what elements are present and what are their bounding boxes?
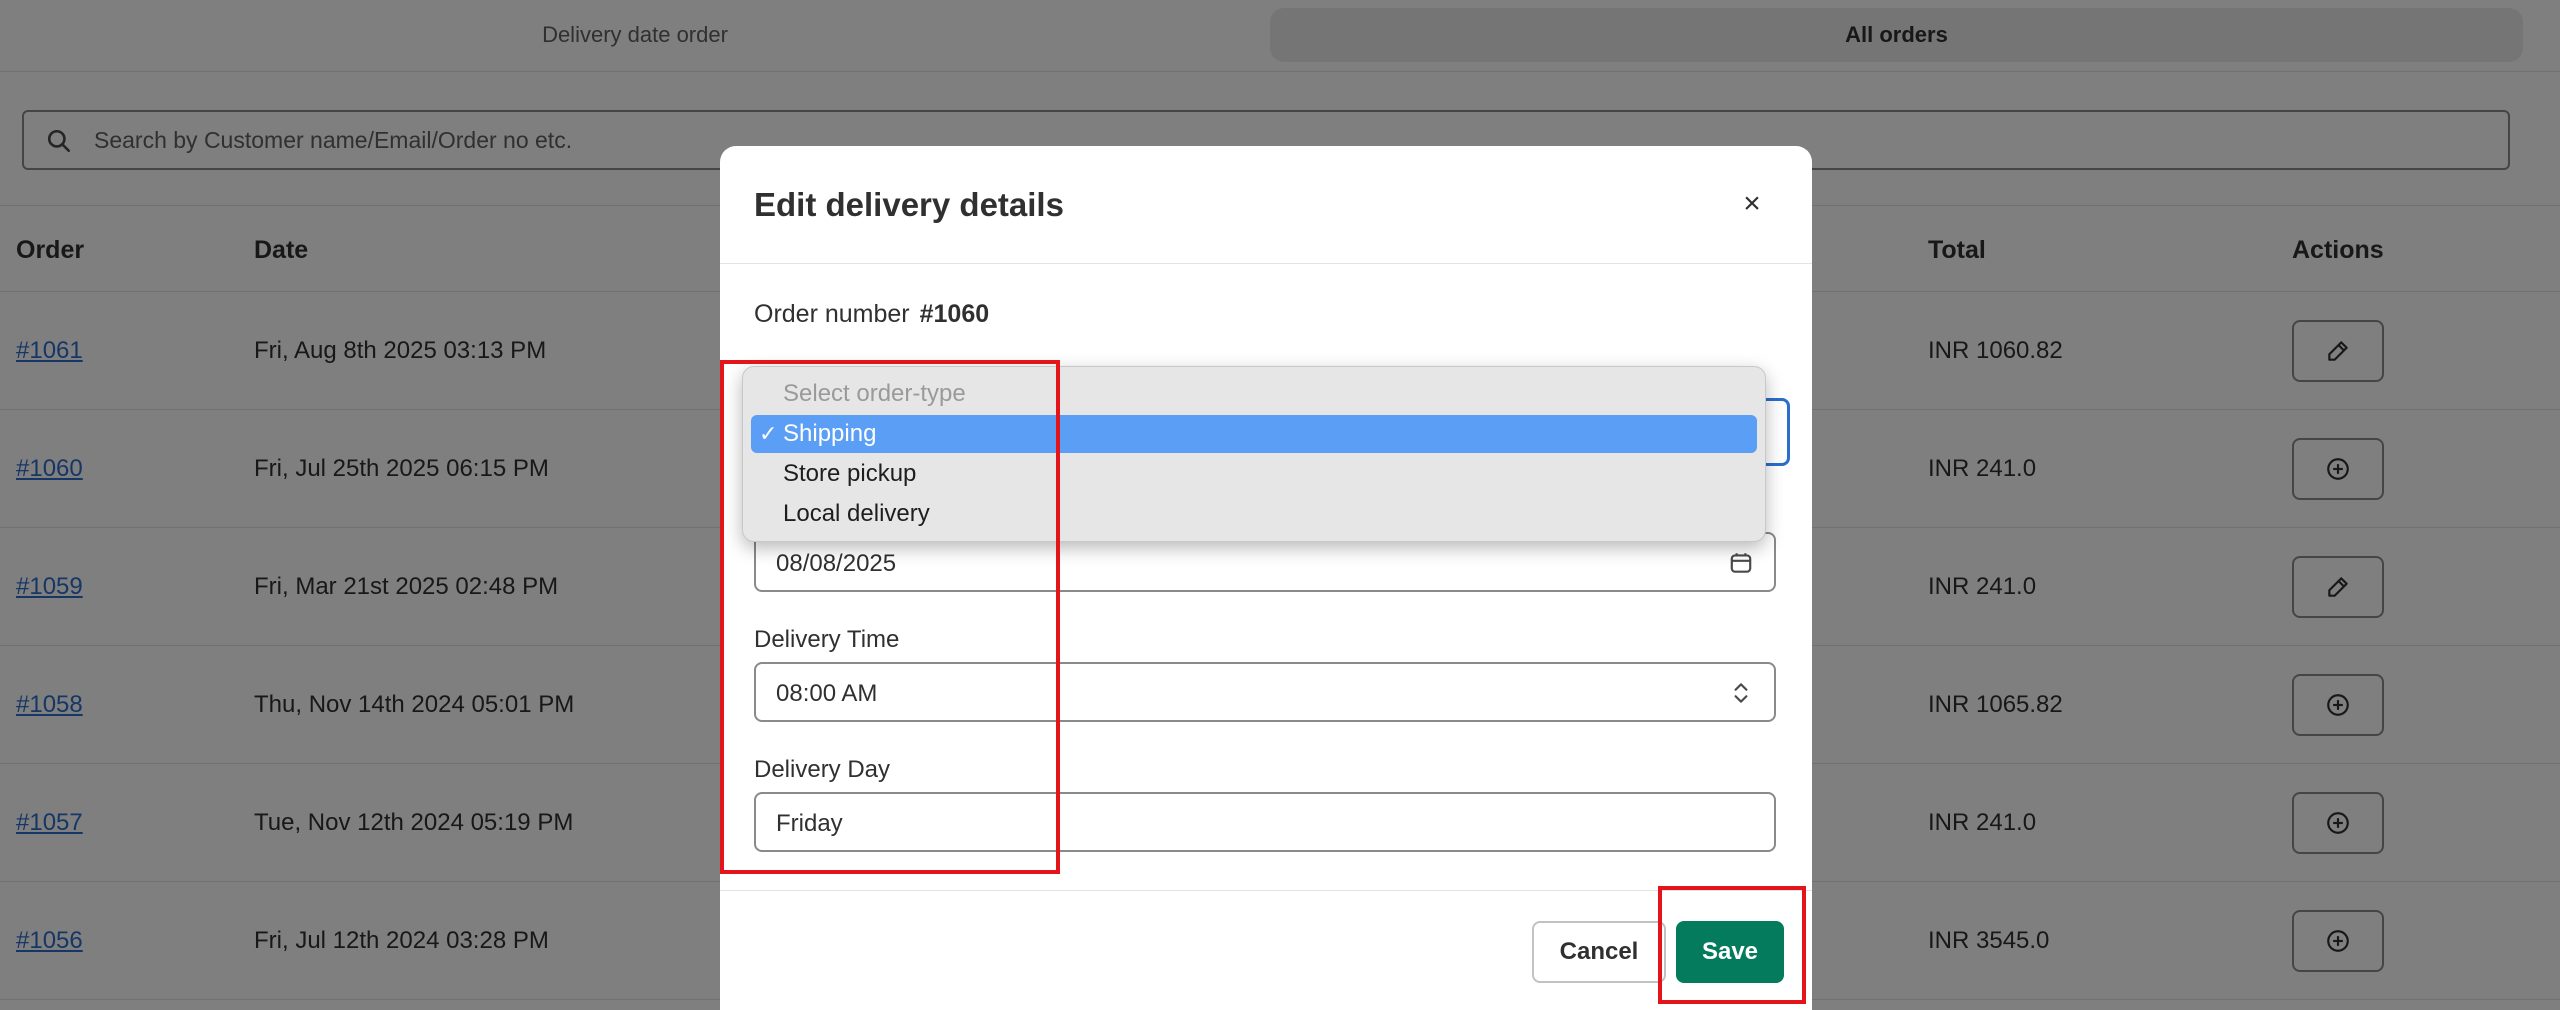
close-button[interactable]: × (1730, 182, 1774, 226)
close-icon: × (1743, 187, 1761, 220)
highlight-box-save (1658, 886, 1806, 1004)
order-number-label: Order number (754, 300, 910, 328)
chevron-up-down-icon (1734, 683, 1748, 703)
calendar-icon[interactable] (1728, 550, 1754, 576)
modal-title: Edit delivery details (754, 186, 1064, 223)
order-number-value: #1060 (919, 300, 990, 328)
order-number-line: Order number #1060 (754, 300, 989, 329)
highlight-box-form (720, 360, 1060, 874)
cancel-button[interactable]: Cancel (1532, 921, 1666, 983)
modal-footer: Cancel Save (720, 890, 1812, 1010)
modal-header: Edit delivery details × (720, 146, 1812, 264)
